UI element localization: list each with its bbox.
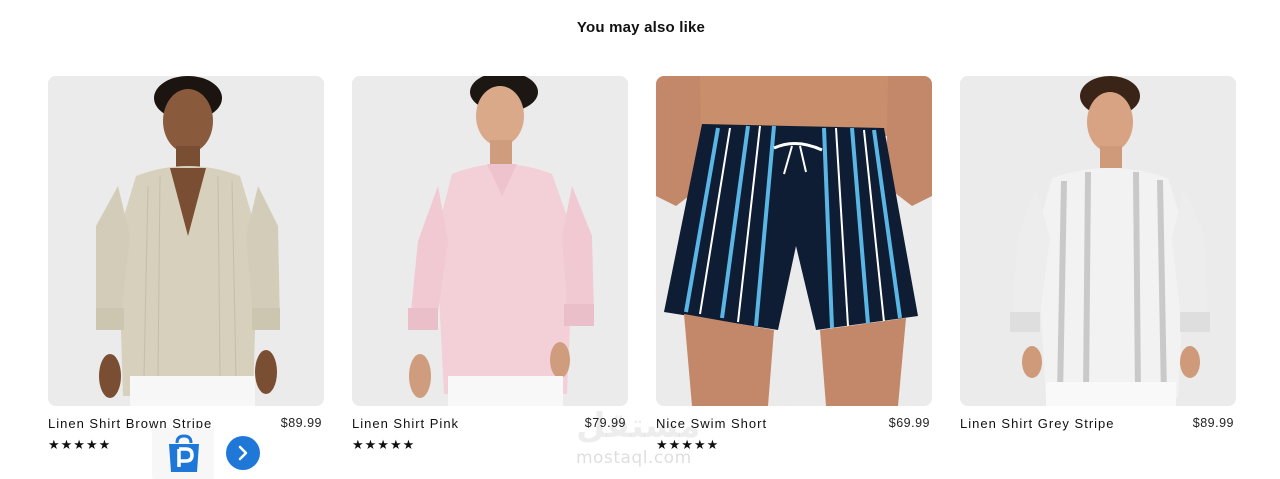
product-image[interactable] [960, 76, 1236, 406]
product-card[interactable]: Linen Shirt Pink $79.99 ★★★★★ [352, 76, 628, 456]
swim-short-illustration [656, 76, 932, 406]
next-button[interactable] [226, 436, 260, 470]
product-image[interactable] [656, 76, 932, 406]
product-meta: Nice Swim Short $69.99 [656, 416, 930, 436]
product-title[interactable]: Nice Swim Short [656, 416, 767, 431]
product-meta: Linen Shirt Grey Stripe $89.99 [960, 416, 1234, 436]
product-card[interactable]: Linen Shirt Brown Stripe $89.99 ★★★★★ [48, 76, 324, 456]
rating-stars: ★★★★★ [48, 437, 112, 452]
product-image[interactable] [352, 76, 628, 406]
product-recommendations-page: You may also like Linen Shirt Brown Stri… [0, 0, 1280, 479]
rating-stars: ★★★★★ [656, 437, 720, 452]
rating-stars: ★★★★★ [352, 437, 416, 452]
product-image[interactable] [48, 76, 324, 406]
chevron-right-icon [238, 445, 248, 461]
product-grid: Linen Shirt Brown Stripe $89.99 ★★★★★ Li… [48, 76, 1236, 456]
product-card[interactable]: Linen Shirt Grey Stripe $89.99 [960, 76, 1236, 456]
shopping-bag-p-icon [169, 434, 199, 472]
product-title[interactable]: Linen Shirt Pink [352, 416, 459, 431]
model-grey-stripe-shirt-illustration [960, 76, 1236, 406]
product-title[interactable]: Linen Shirt Grey Stripe [960, 416, 1115, 431]
model-pink-shirt-illustration [352, 76, 628, 406]
product-price: $89.99 [1192, 416, 1234, 430]
product-price: $89.99 [280, 416, 322, 430]
model-beige-shirt-illustration [48, 76, 324, 406]
product-price: $69.99 [888, 416, 930, 430]
product-price: $79.99 [584, 416, 626, 430]
app-badge[interactable] [152, 428, 214, 479]
section-title: You may also like [576, 19, 706, 36]
product-card[interactable]: Nice Swim Short $69.99 ★★★★★ [656, 76, 932, 456]
product-meta: Linen Shirt Pink $79.99 [352, 416, 626, 436]
